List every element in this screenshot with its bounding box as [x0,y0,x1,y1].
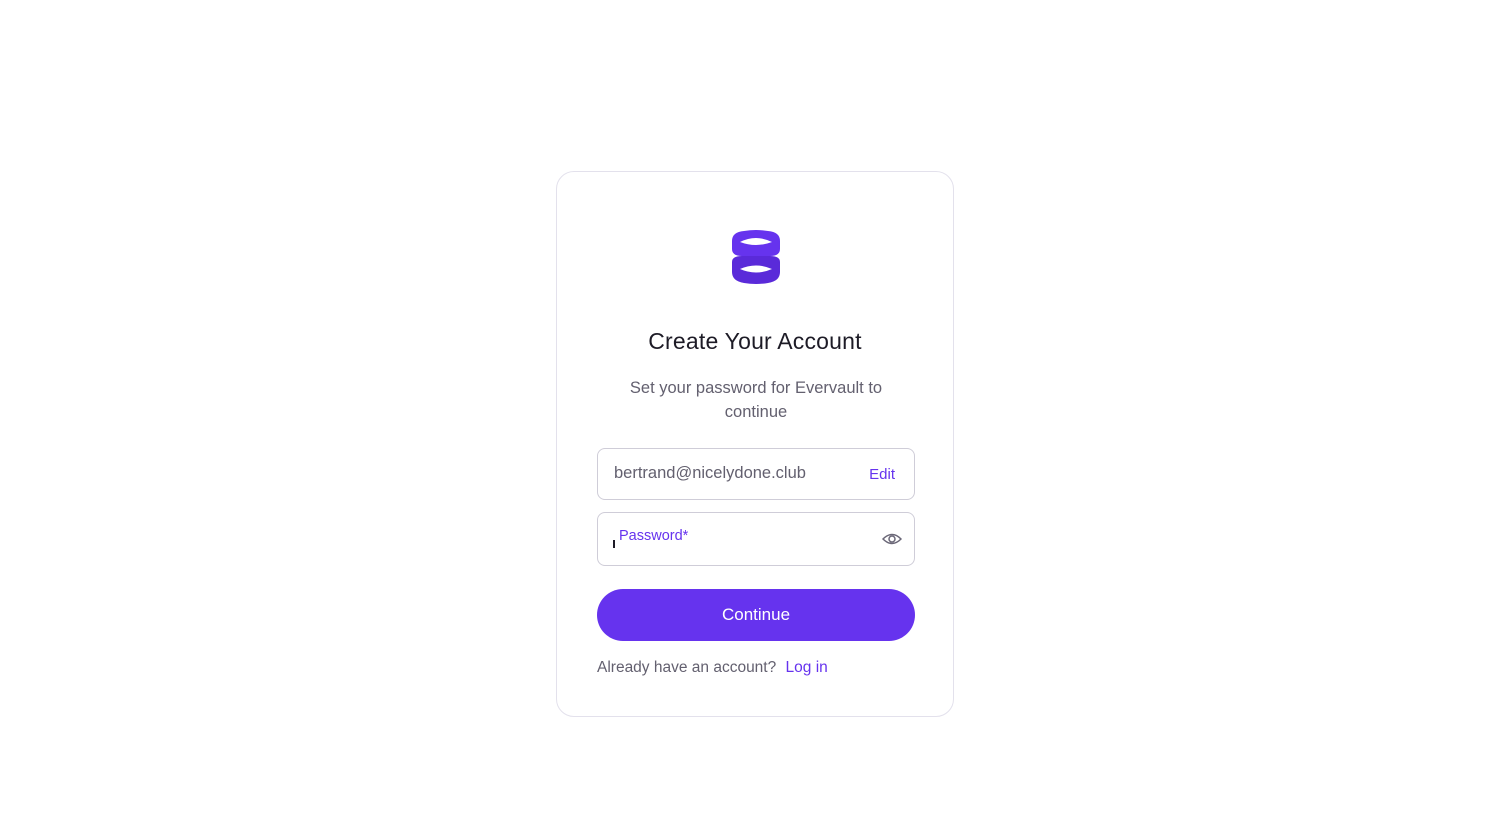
signup-card: Create Your Account Set your password fo… [556,171,954,717]
evervault-logo-icon [732,230,780,284]
email-value: bertrand@nicelydone.club [614,464,806,482]
password-field[interactable]: Password* [597,512,915,566]
continue-button[interactable]: Continue [597,589,915,641]
password-label: Password* [619,528,689,544]
login-link[interactable]: Log in [786,659,828,676]
login-prompt-row: Already have an account? Log in [597,659,828,677]
page-subtitle: Set your password for Evervault to conti… [629,379,883,421]
login-prompt-text: Already have an account? [597,659,777,676]
eye-icon[interactable] [882,530,902,548]
page-title: Create Your Account [648,328,862,354]
text-caret [613,540,615,548]
email-field: bertrand@nicelydone.club Edit [597,448,915,500]
edit-email-link[interactable]: Edit [869,466,895,483]
